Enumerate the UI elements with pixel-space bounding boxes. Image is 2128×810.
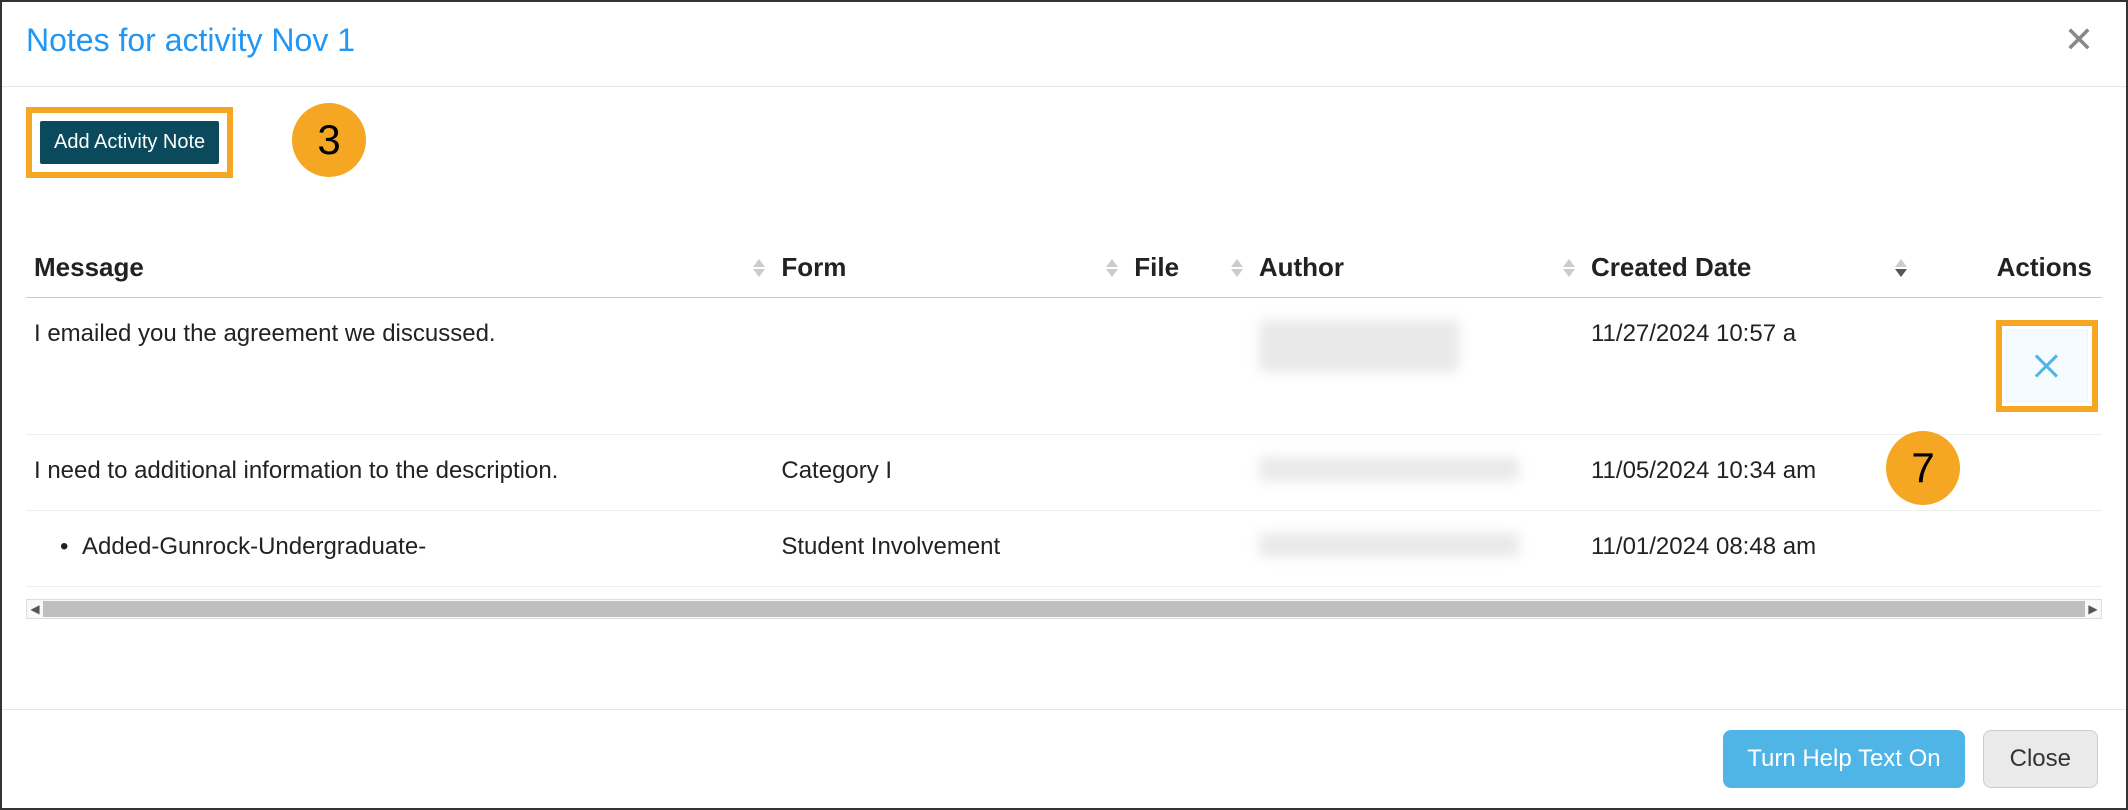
cell-created-date: 11/01/2024 08:48 am [1583, 511, 1915, 587]
cell-form: Student Involvement [773, 511, 1126, 587]
redacted-author [1259, 457, 1519, 481]
cell-author [1251, 511, 1583, 587]
cell-actions [1915, 511, 2102, 587]
close-icon[interactable]: ✕ [2056, 18, 2102, 62]
column-label: File [1134, 252, 1179, 282]
modal-title: Notes for activity Nov 1 [26, 22, 355, 59]
modal-body: 3 7 Add Activity Note Message Form File [2, 87, 2126, 709]
delete-note-button[interactable] [2006, 330, 2088, 402]
cell-message: I need to additional information to the … [26, 435, 773, 511]
close-button[interactable]: Close [1983, 730, 2098, 788]
callout-badge-7: 7 [1886, 431, 1960, 505]
cell-created-date: 11/27/2024 10:57 a [1583, 298, 1915, 435]
bullet-text: Added-Gunrock-Undergraduate- [34, 533, 426, 560]
cell-author [1251, 435, 1583, 511]
sort-icon[interactable] [1106, 259, 1118, 277]
sort-icon[interactable] [1563, 259, 1575, 277]
cell-created-date: 11/05/2024 10:34 am [1583, 435, 1915, 511]
horizontal-scrollbar[interactable]: ◀ ▶ [26, 599, 2102, 619]
notes-table: Message Form File Author [26, 238, 2102, 587]
notes-modal: Notes for activity Nov 1 ✕ 3 7 Add Activ… [0, 0, 2128, 810]
sort-icon[interactable] [753, 259, 765, 277]
modal-footer: Turn Help Text On Close [2, 709, 2126, 808]
cell-form [773, 298, 1126, 435]
cell-file [1126, 511, 1251, 587]
column-label: Message [34, 252, 144, 282]
cell-form: Category I [773, 435, 1126, 511]
cell-actions [1915, 298, 2102, 435]
cell-message: Added-Gunrock-Undergraduate- [26, 511, 773, 587]
add-activity-note-highlight: Add Activity Note [26, 107, 233, 178]
column-header-file[interactable]: File [1126, 238, 1251, 298]
column-label: Author [1259, 252, 1344, 282]
redacted-author [1259, 320, 1459, 372]
sort-icon[interactable] [1231, 259, 1243, 277]
table-row: I emailed you the agreement we discussed… [26, 298, 2102, 435]
scroll-right-arrow-icon[interactable]: ▶ [2085, 602, 2101, 616]
callout-badge-3: 3 [292, 103, 366, 177]
x-icon [2029, 348, 2065, 384]
table-row: I need to additional information to the … [26, 435, 2102, 511]
column-header-created-date[interactable]: Created Date [1583, 238, 1915, 298]
scroll-track[interactable] [43, 601, 2085, 617]
sort-icon[interactable] [1895, 259, 1907, 277]
column-header-form[interactable]: Form [773, 238, 1126, 298]
table-header-row: Message Form File Author [26, 238, 2102, 298]
cell-author [1251, 298, 1583, 435]
modal-header: Notes for activity Nov 1 ✕ [2, 2, 2126, 87]
add-activity-note-button[interactable]: Add Activity Note [40, 121, 219, 164]
cell-file [1126, 298, 1251, 435]
column-header-actions: Actions [1915, 238, 2102, 298]
cell-file [1126, 435, 1251, 511]
column-label: Form [781, 252, 846, 282]
column-label: Actions [1997, 252, 2092, 282]
column-header-author[interactable]: Author [1251, 238, 1583, 298]
column-label: Created Date [1591, 252, 1751, 282]
redacted-author [1259, 533, 1519, 557]
delete-action-highlight [1996, 320, 2098, 412]
column-header-message[interactable]: Message [26, 238, 773, 298]
table-row: Added-Gunrock-Undergraduate- Student Inv… [26, 511, 2102, 587]
cell-message: I emailed you the agreement we discussed… [26, 298, 773, 435]
turn-help-text-on-button[interactable]: Turn Help Text On [1723, 730, 1964, 788]
scroll-left-arrow-icon[interactable]: ◀ [27, 602, 43, 616]
